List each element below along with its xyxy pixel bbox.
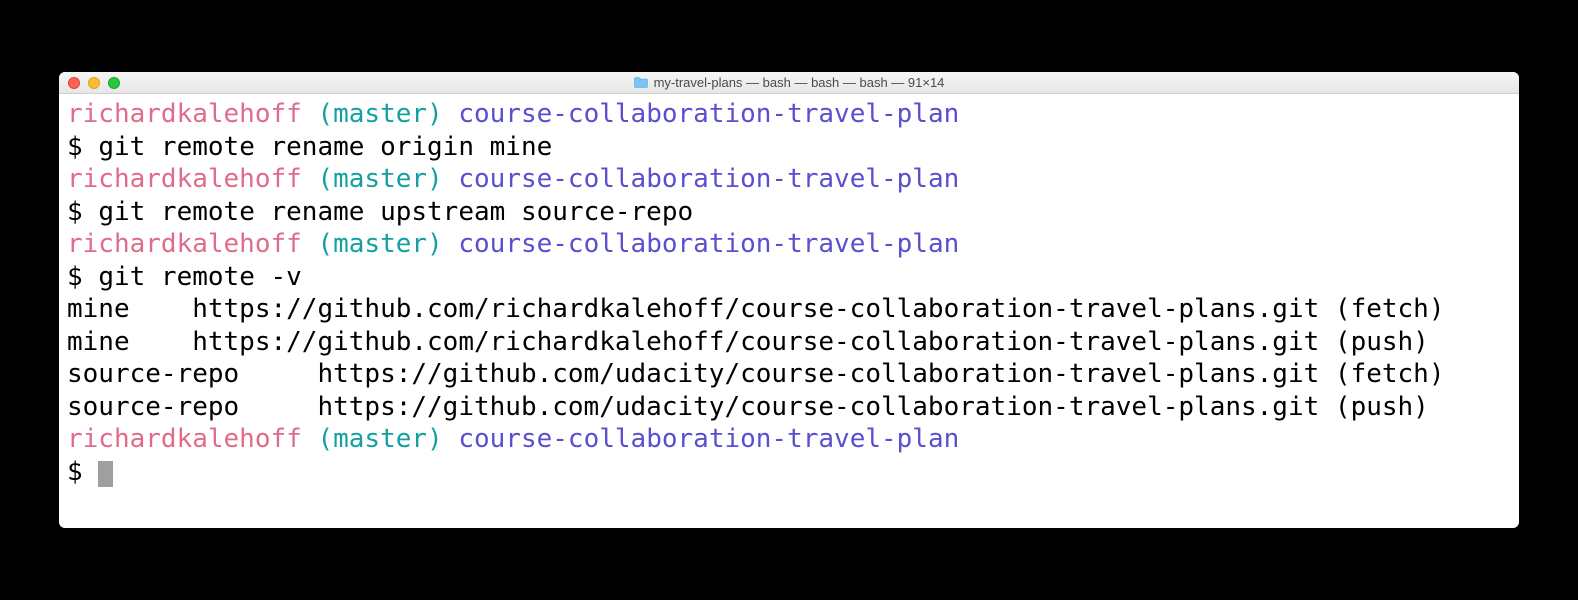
window-title-text: my-travel-plans — bash — bash — bash — 9… (654, 75, 945, 90)
terminal-body[interactable]: richardkalehoff (master) course-collabor… (59, 94, 1519, 528)
zoom-icon[interactable] (108, 77, 120, 89)
prompt-dir: course-collaboration-travel-plan (458, 424, 959, 454)
prompt-dir: course-collaboration-travel-plan (458, 229, 959, 259)
window-titlebar: my-travel-plans — bash — bash — bash — 9… (59, 72, 1519, 94)
prompt-user: richardkalehoff (67, 99, 302, 129)
prompt-branch: (master) (317, 99, 442, 129)
close-icon[interactable] (68, 77, 80, 89)
prompt-symbol: $ (67, 132, 83, 162)
prompt-user: richardkalehoff (67, 229, 302, 259)
output-line: mine https://github.com/richardkalehoff/… (67, 294, 1445, 324)
command-text: git remote rename upstream source-repo (98, 197, 693, 227)
prompt-branch: (master) (317, 164, 442, 194)
prompt-dir: course-collaboration-travel-plan (458, 164, 959, 194)
terminal-window: my-travel-plans — bash — bash — bash — 9… (59, 72, 1519, 528)
command-text: git remote rename origin mine (98, 132, 552, 162)
output-line: source-repo https://github.com/udacity/c… (67, 359, 1445, 389)
window-title: my-travel-plans — bash — bash — bash — 9… (59, 75, 1519, 90)
prompt-user: richardkalehoff (67, 424, 302, 454)
cursor (98, 461, 113, 487)
output-line: source-repo https://github.com/udacity/c… (67, 392, 1429, 422)
prompt-dir: course-collaboration-travel-plan (458, 99, 959, 129)
prompt-user: richardkalehoff (67, 164, 302, 194)
prompt-symbol: $ (67, 457, 83, 487)
prompt-symbol: $ (67, 197, 83, 227)
output-line: mine https://github.com/richardkalehoff/… (67, 327, 1429, 357)
prompt-symbol: $ (67, 262, 83, 292)
folder-icon (634, 77, 648, 88)
prompt-branch: (master) (317, 229, 442, 259)
prompt-branch: (master) (317, 424, 442, 454)
window-controls (59, 77, 120, 89)
command-text: git remote -v (98, 262, 302, 292)
minimize-icon[interactable] (88, 77, 100, 89)
